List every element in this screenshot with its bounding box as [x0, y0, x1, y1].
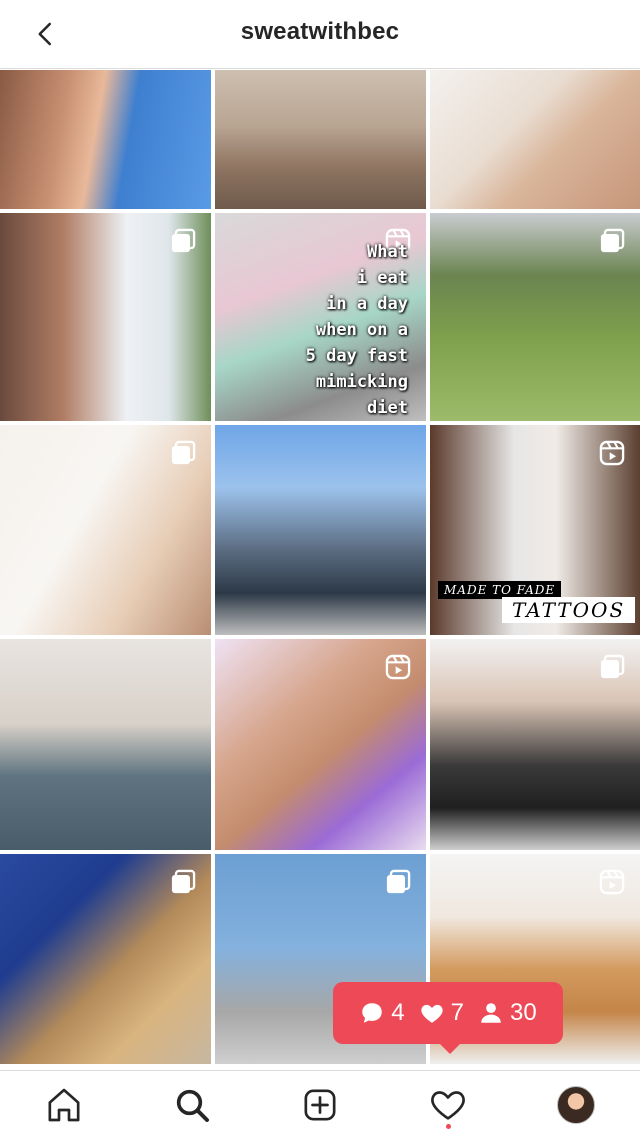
- post-tile-what-i-eat[interactable]: What i eat in a day when on a 5 day fast…: [215, 213, 426, 421]
- profile-username: sweatwithbec: [240, 18, 400, 45]
- post-tile-selfie-sky[interactable]: [0, 70, 211, 209]
- activity-notification[interactable]: 4 7 30: [333, 982, 563, 1054]
- tab-profile[interactable]: [554, 1083, 598, 1127]
- comments-count: 4: [359, 999, 405, 1027]
- bottom-tab-bar: [0, 1070, 640, 1139]
- reel-icon: [598, 439, 626, 467]
- reel-icon: [598, 868, 626, 896]
- add-post-icon: [304, 1089, 336, 1121]
- posts-grid: What i eat in a day when on a 5 day fast…: [0, 70, 640, 1068]
- home-icon: [48, 1088, 80, 1122]
- reel-icon: [384, 653, 412, 681]
- comment-icon: [362, 1003, 383, 1023]
- carousel-icon: [598, 227, 626, 255]
- activity-indicator-dot: [446, 1124, 451, 1129]
- carousel-icon: [384, 868, 412, 896]
- carousel-icon: [598, 653, 626, 681]
- post-tile-outdoor-stance[interactable]: [215, 425, 426, 635]
- profile-avatar: [557, 1086, 595, 1124]
- post-tile-beach-pose[interactable]: [215, 70, 426, 209]
- post-tile-slides-table[interactable]: [0, 854, 211, 1064]
- likes-count: 7: [419, 999, 464, 1027]
- tab-activity[interactable]: [426, 1083, 470, 1127]
- carousel-icon: [169, 439, 197, 467]
- tab-new-post[interactable]: [298, 1083, 342, 1127]
- tab-search[interactable]: [170, 1083, 214, 1127]
- app-header: sweatwithbec: [0, 0, 640, 69]
- carousel-icon: [169, 868, 197, 896]
- post-caption-overlay: What i eat in a day when on a 5 day fast…: [305, 242, 408, 418]
- post-title-bottom: TATTOOS: [502, 597, 636, 623]
- post-tile-made-to-fade[interactable]: MADE TO FADE TATTOOS: [430, 425, 640, 635]
- carousel-icon: [169, 227, 197, 255]
- post-tile-mirror-bed[interactable]: [0, 639, 211, 850]
- post-tile-group-photo[interactable]: [430, 639, 640, 850]
- tab-home[interactable]: [42, 1083, 86, 1127]
- post-tile-portrait-bandage[interactable]: [0, 213, 211, 421]
- search-icon: [176, 1089, 209, 1122]
- followers-count: 30: [478, 999, 537, 1027]
- post-tile-crop-top[interactable]: [0, 425, 211, 635]
- heart-icon: [431, 1091, 465, 1120]
- heart-filled-icon: [420, 1004, 443, 1023]
- post-tile-grass-dog[interactable]: [430, 213, 640, 421]
- post-tile-nails-gold[interactable]: [430, 70, 640, 209]
- post-tile-purple-nails[interactable]: [215, 639, 426, 850]
- person-icon: [481, 1003, 501, 1023]
